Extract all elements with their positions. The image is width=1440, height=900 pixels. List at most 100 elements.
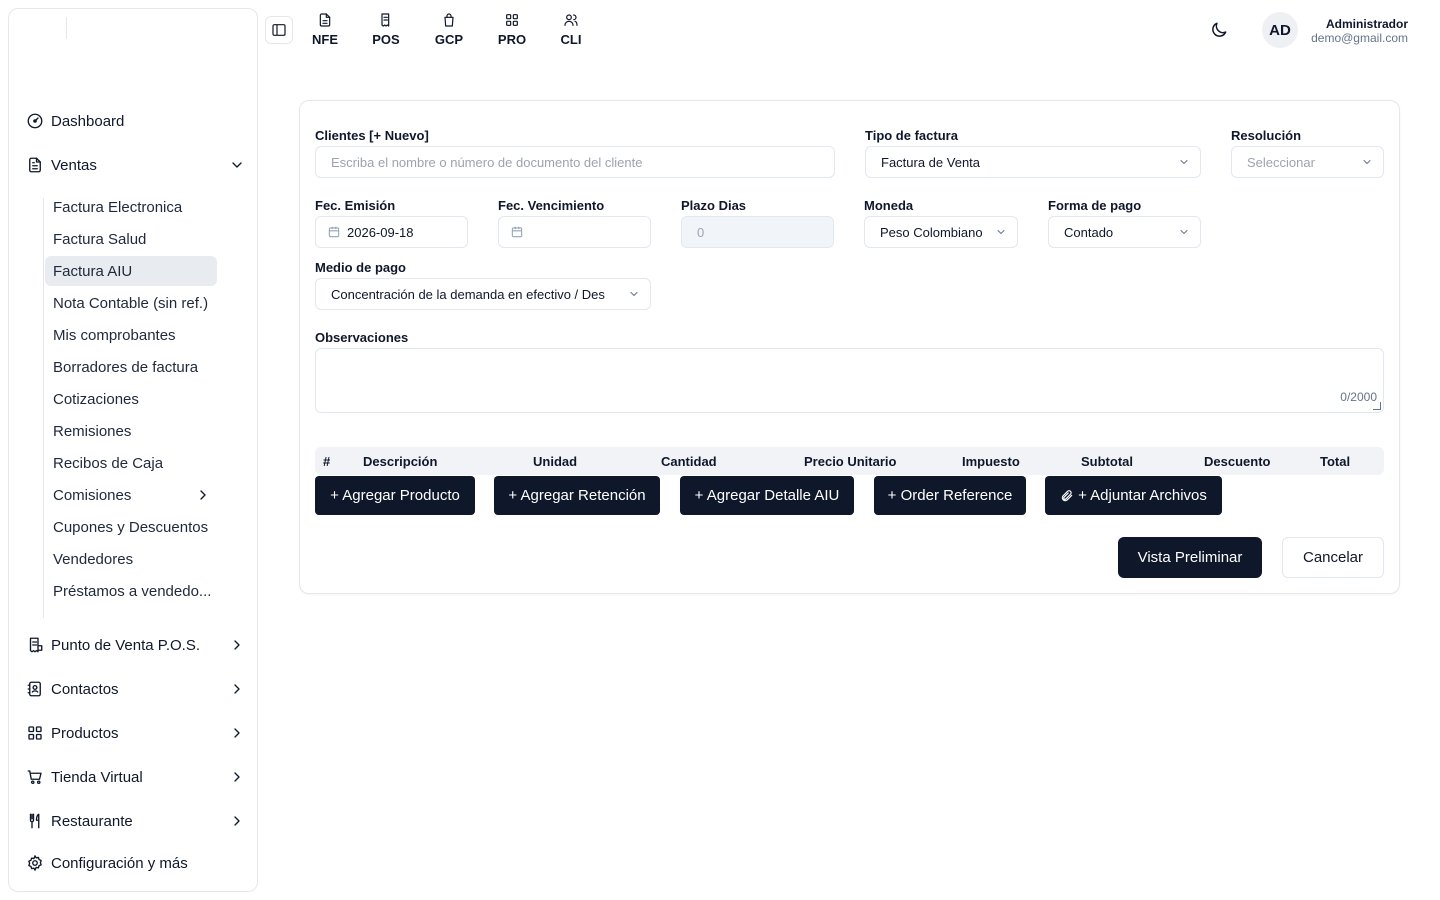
module-label: NFE [312,32,338,47]
medio-pago-label: Medio de pago [315,260,406,275]
sidebar-item-contactos[interactable]: Contactos [25,673,251,705]
clientes-search-input[interactable]: Escriba el nombre o número de documento … [315,146,835,178]
module-cli-button[interactable]: CLI [549,12,593,52]
sidebar-item-label: Restaurante [51,812,133,830]
contact-book-icon [25,679,45,699]
tipo-factura-label: Tipo de factura [865,128,958,143]
sidebar-subitem-label: Borradores de factura [53,358,199,376]
sidebar-subitem-remisiones[interactable]: Remisiones [45,416,217,446]
panel-left-icon [272,24,286,36]
forma-pago-select[interactable]: Contado [1048,216,1201,248]
cancel-button[interactable]: Cancelar [1282,537,1384,578]
sidebar-subitem-factura-salud[interactable]: Factura Salud [45,224,217,254]
resize-handle[interactable] [1373,402,1381,410]
sidebar-subitem-vendedores[interactable]: Vendedores [45,544,217,574]
sidebar-item-pos[interactable]: Punto de Venta P.O.S. [25,629,251,661]
module-label: PRO [497,32,527,47]
sidebar-item-productos[interactable]: Productos [25,717,251,749]
sidebar-subitem-nota-contable[interactable]: Nota Contable (sin ref.) [45,288,217,318]
module-nfe-button[interactable]: NFE [303,12,347,52]
utensils-icon [25,811,45,831]
clientes-placeholder: Escriba el nombre o número de documento … [331,154,643,170]
sidebar-subitem-mis-comprobantes[interactable]: Mis comprobantes [45,320,217,350]
sidebar-subitem-recibos-caja[interactable]: Recibos de Caja [45,448,217,478]
sidebar-subitem-label: Recibos de Caja [53,454,164,472]
chevron-right-icon [229,813,245,829]
sidebar-subitem-borradores[interactable]: Borradores de factura [45,352,217,382]
document-icon [319,13,331,27]
resolucion-placeholder: Seleccionar [1247,154,1315,170]
sidebar-subitem-label: Nota Contable (sin ref.) [53,294,209,312]
sidebar-item-restaurante[interactable]: Restaurante [25,805,251,837]
clientes-label[interactable]: Clientes [+ Nuevo] [315,128,429,143]
sidebar-subitem-label: Factura Electronica [53,198,183,216]
add-product-button[interactable]: + Agregar Producto [315,476,475,515]
attach-files-button[interactable]: + Adjuntar Archivos [1045,476,1222,515]
module-pro-button[interactable]: PRO [490,12,534,52]
chevron-down-icon [1178,156,1190,168]
document-icon [25,155,45,175]
medio-pago-value: Concentración de la demanda en efectivo … [331,286,605,302]
sidebar-item-dashboard[interactable]: Dashboard [25,105,251,137]
module-pos-button[interactable]: POS [364,12,408,52]
chevron-down-icon [1361,156,1373,168]
sidebar-subitem-cupones[interactable]: Cupones y Descuentos [45,512,217,542]
receipt-icon [381,13,390,27]
sidebar-subitem-comisiones[interactable]: Comisiones [45,480,217,510]
sidebar-item-label: Configuración y más [51,854,188,872]
sidebar-subitem-label: Vendedores [53,550,134,568]
shopping-bag-icon [444,13,454,27]
receipt-icon [25,635,45,655]
users-icon [564,14,578,26]
column-header: # [323,454,331,469]
resolucion-label: Resolución [1231,128,1302,143]
order-reference-button[interactable]: + Order Reference [874,476,1026,515]
sidebar-subitem-prestamos[interactable]: Préstamos a vendedo... [45,576,217,606]
sidebar-subitem-factura-aiu[interactable]: Factura AIU [45,256,217,286]
sidebar-item-configuracion[interactable]: Configuración y más [25,847,251,879]
sidebar-toggle-button[interactable] [265,16,293,44]
add-aiu-detail-button[interactable]: + Agregar Detalle AIU [680,476,854,515]
moneda-select[interactable]: Peso Colombiano [864,216,1018,248]
column-header: Subtotal [1081,454,1133,469]
plazo-dias-value: 0 [697,224,705,240]
module-label: CLI [560,32,582,47]
sidebar-subitem-label: Factura Salud [53,230,147,248]
forma-pago-label: Forma de pago [1048,198,1142,213]
tipo-factura-select[interactable]: Factura de Venta [865,146,1201,178]
add-retention-button[interactable]: + Agregar Retención [494,476,660,515]
module-gcp-button[interactable]: GCP [427,12,471,52]
column-header: Descripción [363,454,438,469]
user-name: Administrador [1325,17,1408,31]
grid-icon [25,723,45,743]
fecha-vencimiento-input[interactable] [498,216,651,248]
char-counter: 0/2000 [1340,390,1377,404]
sidebar-subitem-factura-electronica[interactable]: Factura Electronica [45,192,217,222]
fecha-emision-input[interactable]: 2026-09-18 [315,216,468,248]
column-header: Cantidad [661,454,717,469]
observaciones-textarea[interactable]: 0/2000 [315,348,1384,413]
plazo-dias-input[interactable]: 0 [681,216,834,248]
sidebar-item-label: Productos [51,724,119,742]
submenu-divider [43,198,44,618]
sidebar-item-label: Dashboard [51,112,125,130]
sidebar-item-label: Punto de Venta P.O.S. [51,636,201,654]
dark-mode-toggle[interactable] [1209,20,1231,42]
moneda-value: Peso Colombiano [880,224,983,240]
sidebar-subitem-cotizaciones[interactable]: Cotizaciones [45,384,217,414]
user-email: demo@gmail.com [1311,31,1408,45]
sidebar-subitem-label: Factura AIU [53,262,133,280]
sidebar-item-tienda-virtual[interactable]: Tienda Virtual [25,761,251,793]
calendar-icon [327,225,341,239]
fecha-vencimiento-label: Fec. Vencimiento [498,198,605,213]
chevron-right-icon [195,487,211,503]
preview-button[interactable]: Vista Preliminar [1118,537,1262,578]
resolucion-select[interactable]: Seleccionar [1231,146,1384,178]
calendar-icon [510,225,524,239]
paperclip-icon [1061,489,1073,501]
avatar[interactable]: AD [1262,12,1298,48]
chevron-down-icon [229,157,245,173]
sidebar-item-ventas[interactable]: Ventas [25,149,251,181]
medio-pago-select[interactable]: Concentración de la demanda en efectivo … [315,278,651,310]
chevron-down-icon [995,226,1007,238]
